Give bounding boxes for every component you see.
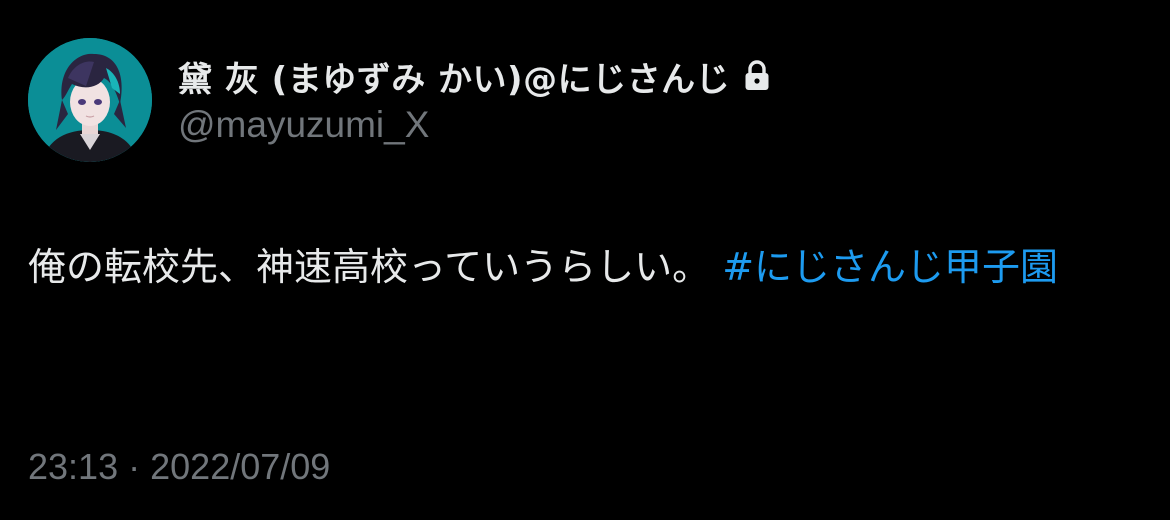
user-handle[interactable]: @mayuzumi_X xyxy=(178,104,429,146)
tweet-time: 23:13 xyxy=(28,446,119,487)
name-row: 黛 灰 (まゆずみ かい)@にじさんじ xyxy=(178,52,770,100)
tweet-card: 黛 灰 (まゆずみ かい)@にじさんじ @mayuzumi_X 俺の転校先、神速… xyxy=(0,0,1170,520)
tweet-body: 俺の転校先、神速高校っていうらしい。 xyxy=(28,245,711,289)
tweet-timestamp[interactable]: 23:13 · 2022/07/09 xyxy=(28,446,330,488)
hashtag-link[interactable]: #にじさんじ甲子園 xyxy=(722,245,1058,289)
meta-separator: · xyxy=(128,446,141,487)
display-name[interactable]: 黛 灰 (まゆずみ かい)@にじさんじ xyxy=(178,52,730,101)
tweet-date: 2022/07/09 xyxy=(150,446,331,487)
avatar[interactable] xyxy=(28,38,152,162)
avatar-image xyxy=(28,38,152,162)
tweet-text: 俺の転校先、神速高校っていうらしい。 #にじさんじ甲子園 xyxy=(28,232,1138,302)
lock-icon xyxy=(744,60,770,92)
